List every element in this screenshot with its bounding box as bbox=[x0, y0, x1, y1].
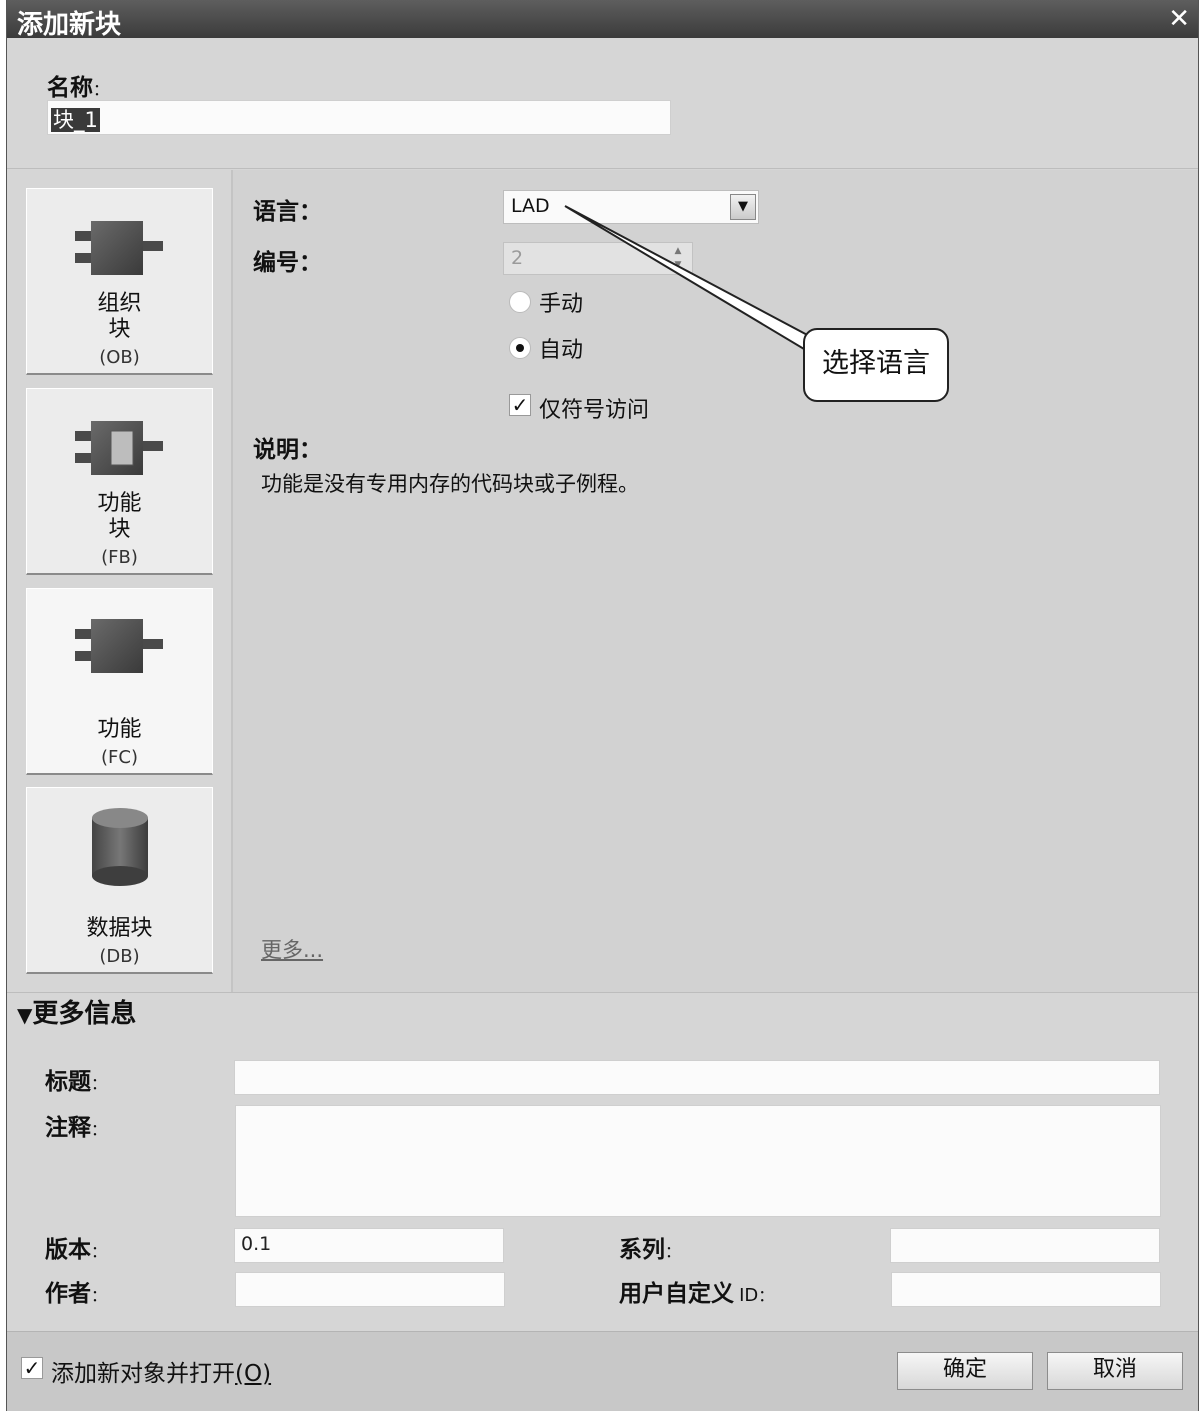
author-input[interactable] bbox=[235, 1272, 505, 1307]
comment-textarea[interactable] bbox=[235, 1105, 1161, 1217]
triangle-down-icon[interactable]: ▼ bbox=[17, 1003, 32, 1027]
block-type-fc-code: (FC) bbox=[101, 747, 138, 768]
block-type-fc-label: 功能 bbox=[97, 717, 142, 742]
block-type-fc[interactable]: 功能 (FC) bbox=[26, 588, 213, 775]
block-type-fb-code: (FB) bbox=[101, 547, 138, 568]
callout-pointer bbox=[564, 205, 815, 354]
add-and-open-checkbox[interactable]: ✓ bbox=[21, 1357, 43, 1379]
title-label: 标题： bbox=[45, 1069, 108, 1095]
comment-label: 注释： bbox=[45, 1115, 108, 1141]
title-input[interactable] bbox=[234, 1060, 1160, 1095]
ok-button[interactable]: 确定 bbox=[897, 1352, 1033, 1390]
version-label: 版本： bbox=[45, 1237, 108, 1263]
block-type-fb-label: 功能 bbox=[97, 491, 142, 516]
block-type-fb-label2: 块 bbox=[108, 517, 131, 542]
family-input[interactable] bbox=[890, 1228, 1160, 1263]
more-info-title: 更多信息 bbox=[32, 999, 137, 1029]
user-id-label: 用户自定义 ID： bbox=[619, 1281, 775, 1307]
divider bbox=[7, 992, 1198, 993]
author-label: 作者： bbox=[45, 1281, 108, 1307]
version-input[interactable]: 0.1 bbox=[234, 1228, 504, 1263]
description-text: 功能是没有专用内存的代码块或子例程。 bbox=[261, 472, 639, 496]
family-label: 系列： bbox=[619, 1237, 682, 1263]
dialog-footer: ✓ 添加新对象并打开(O) 确定 取消 bbox=[7, 1331, 1198, 1411]
block-type-db[interactable]: 数据块 (DB) bbox=[26, 787, 213, 974]
block-type-db-code: (DB) bbox=[99, 946, 140, 967]
callout-select-language: 选择语言 bbox=[803, 328, 949, 402]
add-new-block-dialog: 添加新块 ✕ 名称： 块_1 组织 块 (OB) 功能 块 (FB) 功能 (F… bbox=[6, 0, 1199, 1411]
more-link[interactable]: 更多... bbox=[261, 934, 323, 964]
description-label: 说明： bbox=[253, 437, 322, 463]
block-type-db-label: 数据块 bbox=[86, 916, 153, 941]
db-cylinder-icon bbox=[91, 808, 148, 886]
more-info-header[interactable]: ▼更多信息 bbox=[17, 993, 136, 1030]
user-id-input[interactable] bbox=[891, 1272, 1161, 1307]
cancel-button[interactable]: 取消 bbox=[1047, 1352, 1183, 1390]
fb-block-icon bbox=[74, 421, 163, 475]
fc-block-icon bbox=[74, 619, 163, 673]
version-value: 0.1 bbox=[241, 1233, 272, 1255]
add-and-open-label: 添加新对象并打开(O) bbox=[51, 1361, 272, 1387]
